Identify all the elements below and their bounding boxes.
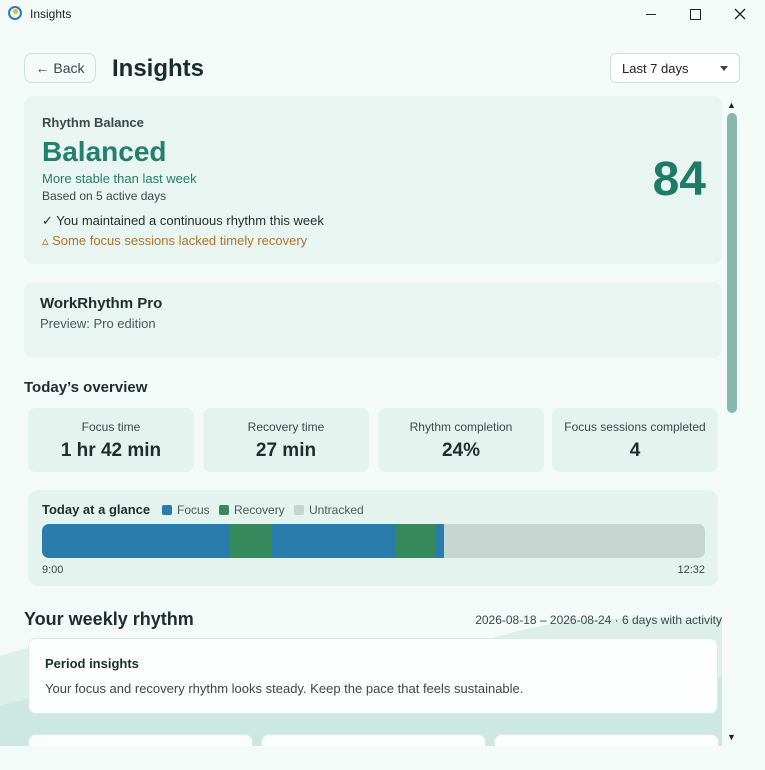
rhythm-comparison: More stable than last week [42,171,197,186]
legend-swatch [219,505,229,515]
legend-label: Untracked [309,503,364,517]
date-range-value: Last 7 days [622,60,689,76]
insights-content[interactable]: Rhythm Balance Balanced More stable than… [0,96,722,746]
legend-swatch [162,505,172,515]
legend-label: Recovery [234,503,285,517]
close-button[interactable] [717,0,763,28]
legend-focus: Focus [162,503,210,517]
timeline-segment-untracked [444,524,705,558]
rhythm-balance-label: Rhythm Balance [42,115,144,130]
rhythm-basis: Based on 5 active days [42,189,167,203]
warning-note: ▵ Some focus sessions lacked timely reco… [42,233,308,248]
minimize-button[interactable] [628,0,674,28]
window-title: Insights [30,7,72,21]
today-at-a-glance-card: Today at a glance Focus Recovery Untrack… [28,490,718,586]
timeline-segment-focus [272,524,395,558]
chevron-down-icon [720,66,728,71]
date-range-select[interactable]: Last 7 days [610,53,740,83]
rhythm-balance-card: Rhythm Balance Balanced More stable than… [24,96,722,264]
pro-title: WorkRhythm Pro [40,295,163,312]
back-button[interactable]: ← Back [24,53,96,83]
legend-recovery: Recovery [219,503,285,517]
overview-title: Today’s overview [24,379,148,396]
stat-label: Rhythm completion [409,420,513,434]
weekly-range-text: 2026-08-18 – 2026-08-24 · 6 days with ac… [475,613,722,627]
stat-focus-sessions: Focus sessions completed 4 [552,408,718,472]
rhythm-score: 84 [652,153,706,206]
stat-rhythm-completion: Rhythm completion 24% [378,408,544,472]
stat-value: 1 hr 42 min [60,440,162,461]
legend-untracked: Untracked [294,503,364,517]
legend-label: Focus [177,503,210,517]
stat-value: 24% [441,440,481,461]
timeline-end-time: 12:32 [677,564,705,576]
app-clock-icon [8,6,22,20]
glance-title: Today at a glance [42,502,151,517]
weekly-card [494,734,719,746]
stat-label: Focus time [81,420,141,434]
rhythm-balance-status: Balanced [42,136,167,167]
timeline-segment-recovery [394,524,436,558]
stat-focus-time: Focus time 1 hr 42 min [28,408,194,472]
weekly-rhythm-title: Your weekly rhythm [24,609,194,629]
period-insights-card: Period insights Your focus and recovery … [28,638,718,714]
scroll-down-arrow-icon[interactable]: ▼ [727,732,736,742]
period-insights-text: Your focus and recovery rhythm looks ste… [45,681,524,696]
day-timeline-bar [42,524,705,558]
scroll-up-arrow-icon[interactable]: ▲ [727,100,736,110]
maximize-icon [689,8,701,20]
weekly-card [28,734,253,746]
page-title: Insights [112,55,205,82]
pro-edition-card[interactable]: WorkRhythm Pro Preview: Pro edition [24,282,722,358]
scrollbar-thumb[interactable] [727,113,737,413]
stat-value: 4 [629,440,641,461]
timeline-segment-recovery [229,524,273,558]
timeline-segment-focus [42,524,230,558]
period-insights-title: Period insights [45,656,139,671]
minimize-icon [646,13,656,15]
stat-recovery-time: Recovery time 27 min [203,408,369,472]
close-icon [734,8,746,20]
pro-subtitle: Preview: Pro edition [40,316,156,331]
stat-label: Recovery time [247,420,325,434]
weekly-card [261,734,486,746]
timeline-segment-focus [435,524,445,558]
stat-value: 27 min [255,440,317,461]
maximize-button[interactable] [672,0,718,28]
timeline-start-time: 9:00 [42,564,64,576]
title-bar: Insights [0,0,765,28]
legend-swatch [294,505,304,515]
positive-note: ✓ You maintained a continuous rhythm thi… [42,213,324,228]
stat-label: Focus sessions completed [564,420,706,434]
